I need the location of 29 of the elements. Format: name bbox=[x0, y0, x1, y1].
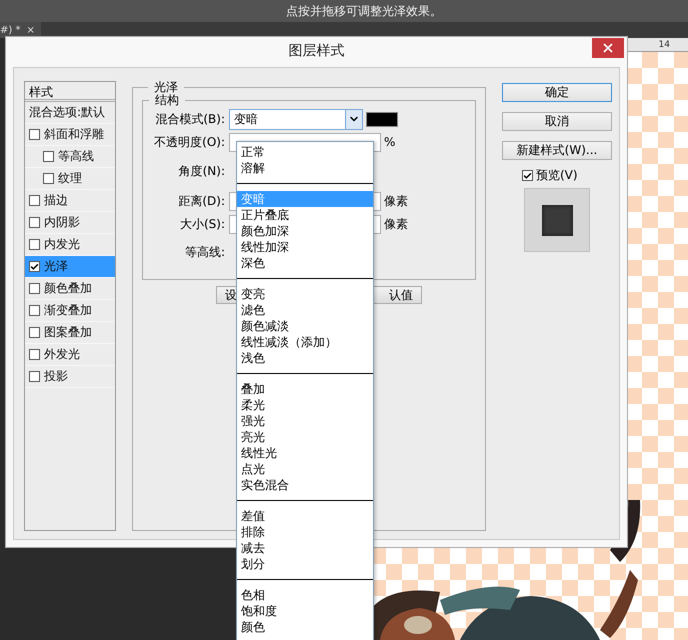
list-header: 样式 bbox=[25, 82, 115, 102]
field-label: 角度(N): bbox=[178, 162, 226, 180]
style-label: 等高线 bbox=[58, 148, 94, 165]
style-label: 纹理 bbox=[58, 170, 82, 187]
unit-label: 像素 bbox=[384, 192, 408, 210]
style-label: 图案叠加 bbox=[44, 324, 92, 341]
style-label: 内阴影 bbox=[44, 214, 80, 231]
field-label: 不透明度(O): bbox=[153, 134, 226, 150]
dialog-title: 图层样式 bbox=[288, 42, 344, 60]
style-label: 颜色叠加 bbox=[44, 280, 92, 297]
unit-label: % bbox=[384, 135, 396, 149]
ruler-label: 14 bbox=[658, 40, 670, 50]
hint-text: 点按并拖移可调整光泽效果。 bbox=[286, 2, 442, 20]
tab-label: #) * bbox=[0, 24, 20, 36]
style-label: 光泽 bbox=[44, 258, 68, 275]
preview-label: 预览(V) bbox=[536, 167, 578, 184]
style-label: 渐变叠加 bbox=[44, 302, 92, 319]
group-title: 结构 bbox=[154, 94, 180, 107]
field-label: 等高线: bbox=[184, 244, 226, 260]
field-label: 大小(S): bbox=[178, 216, 226, 232]
style-label: 描边 bbox=[44, 192, 68, 209]
style-label: 内发光 bbox=[44, 236, 80, 253]
style-label: 斜面和浮雕 bbox=[44, 126, 104, 143]
style-label: 外发光 bbox=[44, 346, 80, 363]
field-label: 混合模式(B): bbox=[154, 110, 226, 128]
style-label: 投影 bbox=[44, 368, 68, 385]
section-title: 光泽 bbox=[153, 81, 179, 94]
field-label: 距离(D): bbox=[177, 192, 226, 210]
unit-label: 像素 bbox=[384, 216, 408, 232]
